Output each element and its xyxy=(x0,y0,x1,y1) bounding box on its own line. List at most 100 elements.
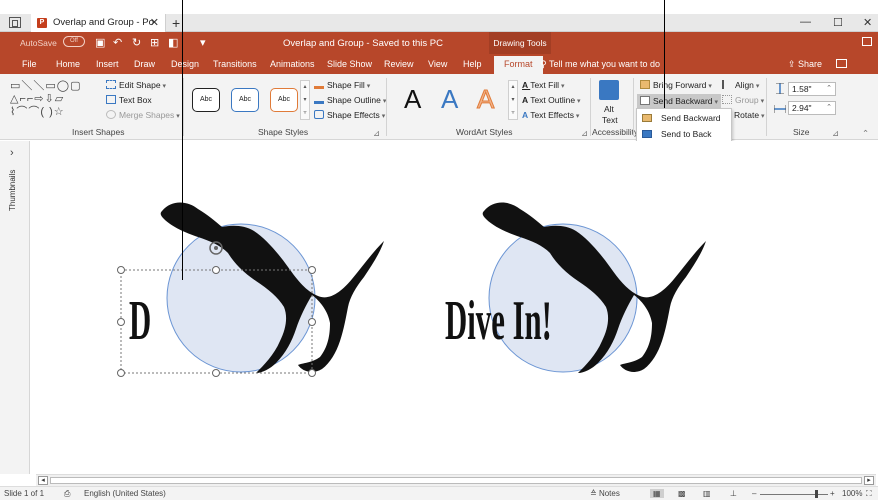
rotate-button[interactable]: Rotate ▾ xyxy=(734,110,765,120)
tell-me-search[interactable]: ⚲ Tell me what you want to do xyxy=(540,59,660,70)
send-backward-icon xyxy=(642,114,652,122)
shape-fill-button[interactable]: Shape Fill ▾ xyxy=(314,80,370,90)
menu-item-send-backward[interactable]: Send Backward xyxy=(637,110,733,126)
shape-effects-icon xyxy=(314,110,324,119)
tab-transitions[interactable]: Transitions xyxy=(213,59,257,69)
browser-tab[interactable]: P Overlap and Group - Po ✕ xyxy=(31,14,166,32)
size-launcher[interactable]: ⊿ xyxy=(832,128,839,139)
zoom-out-button[interactable]: – xyxy=(752,489,756,498)
text-fill-button[interactable]: A Text Fill ▾ xyxy=(522,80,564,90)
wordart-styles-launcher[interactable]: ⊿ xyxy=(581,128,588,139)
alt-text-icon xyxy=(599,80,619,100)
shape-outline-button[interactable]: Shape Outline ▾ xyxy=(314,95,386,105)
ribbon-display-icon[interactable] xyxy=(862,37,872,46)
tab-animations[interactable]: Animations xyxy=(270,59,315,69)
shape-height-input[interactable]: 1.58" ⌃ xyxy=(788,82,836,96)
scroll-right-icon[interactable]: ▸ xyxy=(864,476,874,485)
shape-style-preset-2[interactable]: Abc xyxy=(231,88,259,112)
text-outline-button[interactable]: A Text Outline ▾ xyxy=(522,95,581,105)
tab-help[interactable]: Help xyxy=(463,59,482,69)
tab-view[interactable]: View xyxy=(428,59,447,69)
zoom-slider-thumb[interactable] xyxy=(815,490,818,498)
tab-file[interactable]: File xyxy=(22,59,37,69)
shape-styles-launcher[interactable]: ⊿ xyxy=(373,128,380,139)
fit-to-window-icon[interactable]: ⛶ xyxy=(866,489,872,499)
send-backward-menu: Send Backward Send to Back xyxy=(636,108,732,142)
customize-qat-icon[interactable]: ▾ xyxy=(200,36,206,49)
reading-view-icon[interactable]: ▥ xyxy=(703,489,711,498)
tab-review[interactable]: Review xyxy=(384,59,414,69)
normal-view-icon[interactable]: ▦ xyxy=(650,489,664,498)
tab-slide-show[interactable]: Slide Show xyxy=(327,59,372,69)
shape-style-preset-3[interactable]: Abc xyxy=(270,88,298,112)
text-box-icon xyxy=(106,95,116,104)
edit-shape-button[interactable]: Edit Shape ▾ xyxy=(106,80,166,90)
collapse-ribbon-icon[interactable]: ⌃ xyxy=(862,128,869,139)
align-icon xyxy=(722,80,732,89)
scroll-left-icon[interactable]: ◂ xyxy=(38,476,48,485)
pen-icon xyxy=(314,95,324,104)
shape-styles-gallery-scroll[interactable]: ▴ ▾ ▿ xyxy=(300,80,310,120)
menu-item-send-to-back[interactable]: Send to Back xyxy=(637,126,733,142)
send-backward-content: Send Backward ▾ xyxy=(640,96,718,106)
text-effects-button[interactable]: A Text Effects ▾ xyxy=(522,110,579,120)
undo-icon[interactable]: ↶ xyxy=(113,36,122,49)
shape-style-preset-1[interactable]: Abc xyxy=(192,88,220,112)
bring-forward-icon xyxy=(640,80,650,89)
scrollbar-thumb[interactable] xyxy=(50,477,862,484)
close-window-button[interactable]: ✕ xyxy=(863,16,872,29)
group-button[interactable]: Group ▾ xyxy=(722,95,764,105)
thumbnails-panel[interactable]: › Thumbnails xyxy=(0,141,30,474)
browser-tab-strip: P Overlap and Group - Po ✕ + — ☐ ✕ xyxy=(0,14,878,32)
thumbnails-label: Thumbnails xyxy=(8,169,17,211)
shape-width-input[interactable]: 2.94" ⌃ xyxy=(788,101,836,115)
zoom-level[interactable]: 100% xyxy=(842,489,862,498)
window-menu-icon[interactable] xyxy=(9,17,21,28)
share-button[interactable]: ⇪ Share xyxy=(788,59,822,70)
language-indicator[interactable]: English (United States) xyxy=(84,489,166,498)
tab-draw[interactable]: Draw xyxy=(134,59,155,69)
notes-label: Notes xyxy=(598,489,620,498)
tab-format[interactable]: Format xyxy=(494,56,543,74)
tab-insert[interactable]: Insert xyxy=(96,59,119,69)
merge-shapes-button[interactable]: Merge Shapes ▾ xyxy=(106,110,180,120)
format-painter-icon[interactable]: ◧ xyxy=(168,36,178,49)
left-text-box[interactable]: D xyxy=(129,289,151,353)
slide-canvas[interactable]: D Dive In! xyxy=(30,141,878,474)
new-tab-button[interactable]: + xyxy=(172,14,180,32)
wordart-style-blue[interactable]: A xyxy=(441,84,458,115)
present-icon[interactable]: ⊞ xyxy=(150,36,159,49)
tab-close-icon[interactable]: ✕ xyxy=(150,16,159,29)
send-backward-button[interactable]: Send Backward ▾ xyxy=(637,94,721,109)
alt-text-line-2[interactable]: Text xyxy=(602,115,618,125)
redo-icon[interactable]: ↻ xyxy=(132,36,141,49)
left-composition[interactable] xyxy=(117,202,385,377)
tab-home[interactable]: Home xyxy=(56,59,80,69)
wordart-style-orange[interactable]: A xyxy=(476,84,494,115)
tab-design[interactable]: Design xyxy=(171,59,199,69)
right-text-box[interactable]: Dive In! xyxy=(445,289,552,353)
title-bar: AutoSave Off ▣ ↶ ↻ ⊞ ◧ ▾ Overlap and Gro… xyxy=(0,32,878,54)
autosave-toggle[interactable]: Off xyxy=(63,36,85,47)
horizontal-scrollbar[interactable]: ◂ ▸ xyxy=(36,474,876,486)
minimize-button[interactable]: — xyxy=(800,16,811,28)
bring-forward-button[interactable]: Bring Forward ▾ xyxy=(640,80,712,90)
maximize-button[interactable]: ☐ xyxy=(833,16,843,29)
comments-icon[interactable] xyxy=(836,59,847,68)
slide-show-icon[interactable]: ⊥ xyxy=(730,489,737,498)
save-icon[interactable]: ▣ xyxy=(95,36,105,49)
text-box-button[interactable]: Text Box xyxy=(106,95,152,105)
wordart-gallery-scroll[interactable]: ▴ ▾ ▿ xyxy=(508,80,518,120)
group-separator xyxy=(633,78,634,136)
shapes-gallery[interactable]: ▭＼＼▭◯▢ △⌐⌐⇨⇩▱ ⌇⌒⌒( )☆ xyxy=(10,80,82,119)
search-icon: ⚲ xyxy=(540,59,549,69)
spelling-icon[interactable]: ⎙ xyxy=(64,489,70,499)
shape-effects-button[interactable]: Shape Effects ▾ xyxy=(314,110,385,120)
alt-text-line-1[interactable]: Alt xyxy=(604,104,614,114)
slide-sorter-icon[interactable]: ▩ xyxy=(678,489,686,498)
expand-thumbnails-icon[interactable]: › xyxy=(10,147,14,159)
align-button[interactable]: Align ▾ xyxy=(722,80,759,90)
wordart-style-black[interactable]: A xyxy=(404,84,421,115)
zoom-in-button[interactable]: + xyxy=(830,489,835,498)
notes-button[interactable]: ≙ Notes xyxy=(590,489,620,498)
